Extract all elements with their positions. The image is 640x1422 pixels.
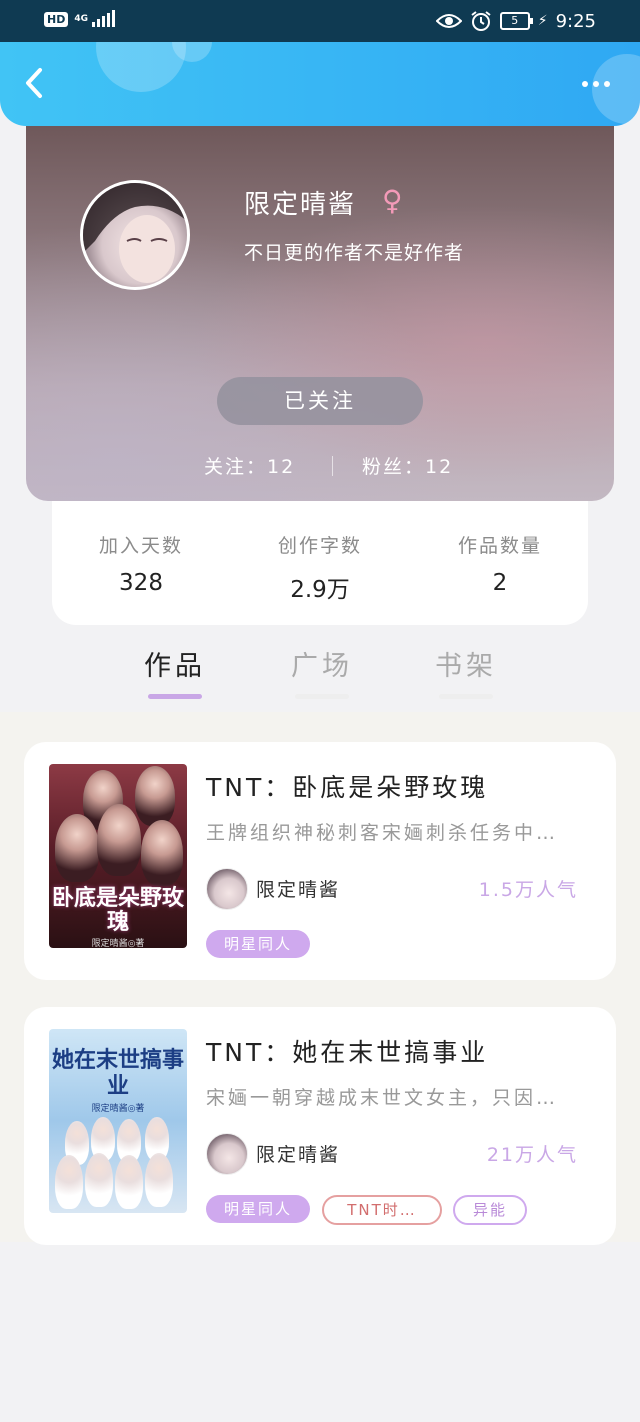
status-left: HD 4G [44,10,116,27]
book-tag[interactable]: 异能 [453,1195,527,1225]
book-tag[interactable]: 明星同人 [206,1195,310,1223]
back-arrow-icon [26,68,42,98]
stat-value: 2 [492,570,508,596]
book-tag[interactable]: 明星同人 [206,930,310,958]
cover-figure [141,820,183,886]
profile-header: 限定晴酱 ♀ 不日更的作者不是好作者 已关注 关注：12 粉丝：12 [26,126,614,501]
stat-value: 2.9万 [290,577,350,603]
stat-label: 作品数量 [457,535,542,557]
author-avatar [206,1133,248,1175]
more-icon [582,81,588,87]
tab-indicator [439,694,493,699]
stat-label: 创作字数 [277,535,362,557]
stat-work-count: 作品数量 2 [425,531,575,596]
book-card[interactable]: 卧底是朵野玫瑰 限定晴酱◎著 TNT：卧底是朵野玫瑰 王牌组织神秘刺客宋婳刺杀任… [24,742,616,980]
book-tag[interactable]: TNT时… [322,1195,442,1225]
stat-word-count: 创作字数 2.9万 [245,531,395,604]
back-button[interactable] [18,60,54,106]
cover-title: 卧底是朵野玫瑰 [51,885,184,935]
cover-figure [115,1155,143,1209]
book-cover[interactable]: 卧底是朵野玫瑰 限定晴酱◎著 [49,764,187,948]
cover-title: 她在末世搞事业 [51,1047,184,1099]
stat-join-days: 加入天数 328 [66,531,216,596]
cover-figure [55,1155,83,1209]
more-button[interactable] [576,72,616,96]
alarm-icon [471,11,491,31]
tab-bar: 作品 广场 书架 [0,640,640,710]
status-bar: HD 4G 5 ⚡ 9:25 [0,0,640,42]
book-title: TNT：卧底是朵野玫瑰 [206,773,489,802]
book-description: 宋婳一朝穿越成末世文女主，只因… [206,1087,559,1109]
avatar[interactable] [80,180,190,290]
tab-label: 广场 [291,651,353,682]
cover-author: 限定晴酱◎著 [91,939,145,948]
book-popularity: 1.5万人气 [478,879,578,901]
stat-label: 加入天数 [98,535,183,557]
profile-bio: 不日更的作者不是好作者 [244,242,465,264]
following-count[interactable]: 关注：12 [204,452,295,479]
author-avatar [206,868,248,910]
hd-badge: HD [44,11,69,27]
eye-icon [435,14,462,28]
book-card[interactable]: 她在末世搞事业 限定晴酱◎著 TNT：她在末世搞事业 宋婳一朝穿越成末世文女主，… [24,1007,616,1245]
cover-figure [97,804,141,876]
profile-name: 限定晴酱 [244,190,357,220]
cover-figure [55,814,99,882]
book-description: 王牌组织神秘刺客宋婳刺杀任务中… [206,822,559,844]
tab-works[interactable]: 作品 [130,644,220,699]
cover-figure [135,766,175,826]
follow-button[interactable]: 已关注 [217,377,423,425]
divider [332,456,333,476]
cover-author: 限定晴酱◎著 [91,1104,145,1114]
tab-indicator [148,694,202,699]
status-right: 5 ⚡ 9:25 [435,10,596,32]
cover-figure [85,1153,113,1207]
book-title: TNT：她在末世搞事业 [206,1038,489,1067]
battery-icon: 5 [499,12,533,30]
stat-value: 328 [119,570,163,596]
tab-bookshelf[interactable]: 书架 [421,644,511,699]
network-label: 4G [74,13,88,24]
clock: 9:25 [555,10,596,32]
avatar-art [83,183,187,283]
tab-label: 作品 [144,651,206,682]
book-popularity: 21万人气 [486,1144,578,1166]
book-author: 限定晴酱 [256,879,341,901]
stats-card: 加入天数 328 创作字数 2.9万 作品数量 2 [52,501,588,625]
book-author: 限定晴酱 [256,1144,341,1166]
book-cover[interactable]: 她在末世搞事业 限定晴酱◎著 [49,1029,187,1213]
signal-icon [92,10,116,27]
fans-count[interactable]: 粉丝：12 [362,452,453,479]
cover-figure [145,1153,173,1207]
charging-icon: ⚡ [537,13,548,29]
female-icon: ♀ [382,184,403,217]
tab-label: 书架 [435,651,497,682]
tab-square[interactable]: 广场 [277,644,367,699]
nav-bar [0,42,640,126]
tab-indicator [295,694,349,699]
follow-stats: 关注：12 粉丝：12 [26,452,614,482]
